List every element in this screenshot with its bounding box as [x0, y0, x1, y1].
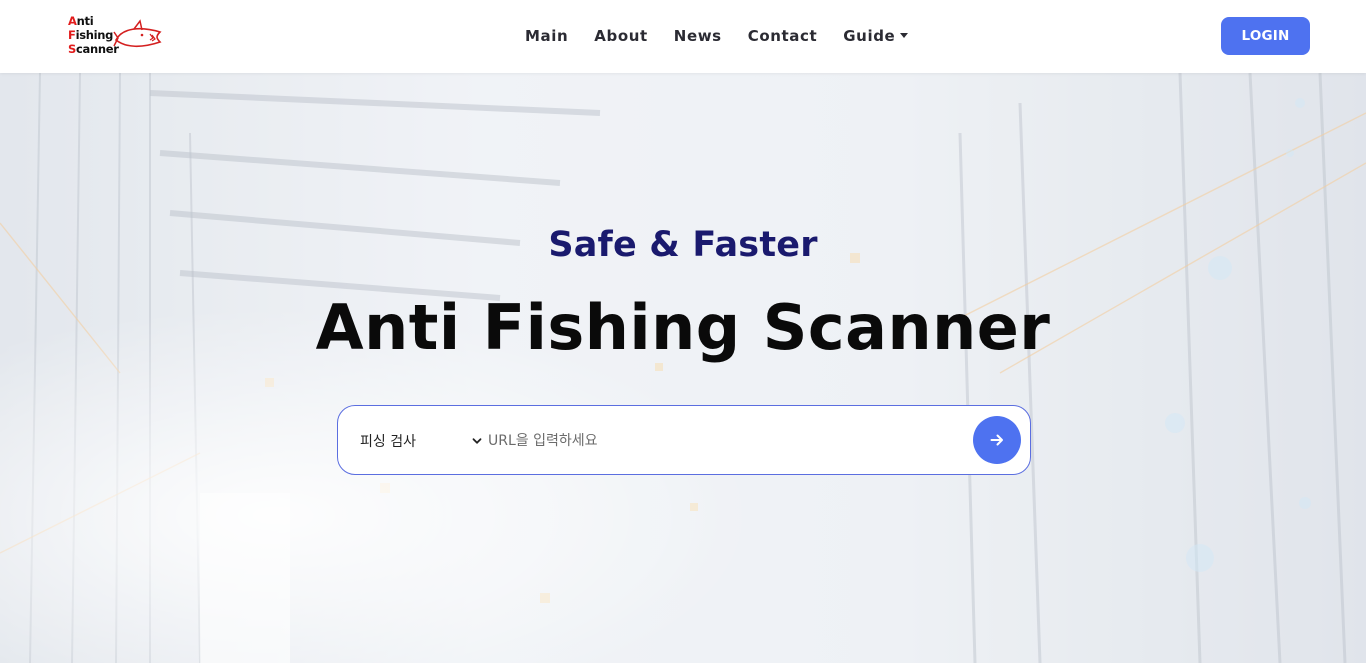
hero-subtitle: Safe & Faster [548, 225, 818, 265]
brand-logo[interactable]: Anti Fishing Scanner [68, 14, 164, 58]
arrow-right-icon [990, 434, 1003, 446]
chevron-down-icon [472, 438, 482, 444]
nav-dropdown-guide[interactable]: Guide [843, 27, 909, 45]
hero-title: Anti Fishing Scanner [315, 291, 1051, 364]
nav-link-main[interactable]: Main [525, 27, 568, 45]
hero-overlay [0, 73, 1366, 663]
scan-type-selected: 피싱 검사 [360, 434, 416, 450]
nav-link-news[interactable]: News [674, 27, 722, 45]
scan-submit-button[interactable] [973, 416, 1021, 464]
navbar: Anti Fishing Scanner Main About News Con… [0, 0, 1366, 73]
nav-link-about[interactable]: About [594, 27, 648, 45]
url-input[interactable] [488, 426, 958, 456]
shark-icon [113, 19, 162, 48]
hero-section: Safe & Faster Anti Fishing Scanner 피싱 검사 [0, 73, 1366, 663]
scan-type-select[interactable]: 피싱 검사 [360, 429, 482, 453]
caret-down-icon [900, 32, 909, 38]
nav-link-contact[interactable]: Contact [748, 27, 818, 45]
login-button[interactable]: LOGIN [1221, 17, 1310, 55]
main-nav: Main About News Contact Guide [512, 24, 921, 48]
nav-link-guide-label: Guide [843, 27, 896, 45]
url-scan-form: 피싱 검사 [337, 405, 1031, 475]
